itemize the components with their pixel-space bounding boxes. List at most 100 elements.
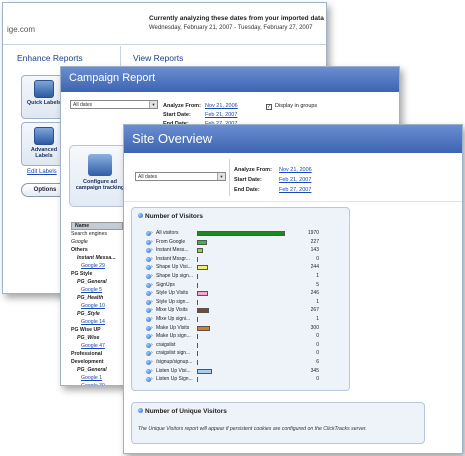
tree-header-name[interactable]: Name bbox=[71, 222, 123, 230]
chevron-right-icon[interactable]: › bbox=[151, 359, 153, 365]
visitor-row[interactable]: › Make Up Visits 300 bbox=[146, 324, 319, 333]
visitor-row[interactable]: › Listen Up Visi... 345 bbox=[146, 367, 319, 376]
chevron-right-icon[interactable]: › bbox=[151, 368, 153, 374]
chevron-right-icon[interactable]: › bbox=[151, 325, 153, 331]
tree-item: Professional bbox=[71, 351, 103, 357]
visitor-bar bbox=[197, 316, 199, 322]
dashboard-header: ige.com Currently analyzing these dates … bbox=[3, 3, 326, 45]
visitor-value: 1 bbox=[316, 298, 319, 305]
visitor-value: 0 bbox=[316, 376, 319, 383]
chevron-right-icon[interactable]: › bbox=[151, 350, 153, 356]
visitors-panel-title: Number of Visitors bbox=[138, 213, 203, 220]
analyzing-heading: Currently analyzing these dates from you… bbox=[149, 15, 324, 22]
visitor-row[interactable]: › Style Up sign... 1 bbox=[146, 298, 319, 307]
start-date-link[interactable]: Feb 21, 2007 bbox=[279, 177, 311, 183]
visitor-row-label: /signup/signup... bbox=[156, 358, 193, 365]
visitor-row-label: From Google bbox=[156, 238, 186, 245]
visitor-value: 0 bbox=[316, 255, 319, 262]
chevron-down-icon[interactable]: ▼ bbox=[149, 101, 157, 108]
analyze-from-link[interactable]: Nov 21, 2006 bbox=[279, 167, 312, 173]
campaign-date-select[interactable]: All dates ▼ bbox=[70, 100, 158, 109]
visitor-value: 0 bbox=[316, 350, 319, 357]
visitors-bar-chart: › All visitors 1970 › From Google 227 › Instant… bbox=[146, 229, 319, 384]
visitor-row[interactable]: › Shape Up Visi... 244 bbox=[146, 263, 319, 272]
visitor-row[interactable]: › SignUps 5 bbox=[146, 281, 319, 290]
chevron-down-icon[interactable]: ▼ bbox=[217, 173, 225, 180]
visitor-row[interactable]: › Listen Up Sign... 0 bbox=[146, 375, 319, 384]
start-date-label: Start Date: bbox=[163, 112, 191, 118]
chevron-right-icon[interactable]: › bbox=[151, 333, 153, 339]
visitor-row-label: All visitors bbox=[156, 230, 179, 236]
start-date-link[interactable]: Feb 21, 2007 bbox=[205, 112, 237, 118]
visitor-value: 1 bbox=[316, 272, 319, 279]
tree-item: PG_General bbox=[77, 367, 107, 373]
visitor-row-label: Mixe Up Visits bbox=[156, 307, 188, 314]
tree-link[interactable]: Google 47 bbox=[71, 342, 123, 350]
tree-link[interactable]: Google 10 bbox=[71, 302, 123, 310]
visitor-row-label: Listen Up Visi... bbox=[156, 367, 191, 374]
visitor-row[interactable]: › Make Up sign... 0 bbox=[146, 332, 319, 341]
screenshot-stage: ige.com Currently analyzing these dates … bbox=[0, 0, 465, 456]
visitor-row[interactable]: ›/signup/signup... 6 bbox=[146, 358, 319, 367]
tree-link[interactable]: Google 30 bbox=[71, 382, 123, 385]
visitor-bar bbox=[197, 248, 204, 254]
visitor-value: 0 bbox=[316, 341, 319, 348]
chevron-right-icon[interactable]: › bbox=[151, 307, 153, 313]
chevron-right-icon[interactable]: › bbox=[151, 376, 153, 382]
visitor-row-label: craigslist bbox=[156, 341, 176, 348]
visitor-row-label: Instant Mssgr... bbox=[156, 255, 190, 262]
configure-campaign-button[interactable]: Configure ad campaign tracking bbox=[69, 145, 131, 207]
edit-labels-link[interactable]: Edit Labels bbox=[27, 169, 57, 175]
visitor-value: 1970 bbox=[307, 230, 319, 236]
visitor-bar bbox=[197, 308, 209, 314]
view-reports-heading: View Reports bbox=[133, 53, 184, 63]
enhance-reports-heading: Enhance Reports bbox=[17, 53, 83, 63]
visitor-value: 6 bbox=[316, 358, 319, 365]
site-date-select[interactable]: All dates ▼ bbox=[135, 172, 226, 181]
chevron-right-icon[interactable]: › bbox=[151, 247, 153, 253]
visitor-row[interactable]: › Mixe Up Visits 267 bbox=[146, 306, 319, 315]
chevron-right-icon[interactable]: › bbox=[151, 256, 153, 262]
visitor-row[interactable]: › Instant Mess... 143 bbox=[146, 246, 319, 255]
tree-link[interactable]: Google 5 bbox=[71, 286, 123, 294]
visitor-row[interactable]: › craigslist sign... 0 bbox=[146, 349, 319, 358]
chevron-right-icon[interactable]: › bbox=[151, 282, 153, 288]
visitor-bar bbox=[197, 291, 208, 297]
visitor-row[interactable]: › From Google 227 bbox=[146, 238, 319, 247]
chevron-right-icon[interactable]: › bbox=[151, 342, 153, 348]
visitor-row[interactable]: › Style Up Visits 246 bbox=[146, 289, 319, 298]
tree-item: Others bbox=[71, 247, 88, 253]
tree-item: PG_Style bbox=[77, 311, 100, 317]
chevron-right-icon[interactable]: › bbox=[151, 316, 153, 322]
visitor-value: 267 bbox=[310, 307, 319, 314]
chevron-right-icon[interactable]: › bbox=[151, 230, 153, 236]
labels-icon bbox=[34, 80, 54, 98]
display-in-groups-checkbox[interactable]: ✓ Display in groups bbox=[266, 103, 317, 110]
end-date-link[interactable]: Feb 27, 2007 bbox=[279, 187, 311, 193]
tree-link[interactable]: Google 29 bbox=[71, 262, 123, 270]
tree-link[interactable]: Google 14 bbox=[71, 318, 123, 326]
visitor-row[interactable]: › Instant Mssgr... 0 bbox=[146, 255, 319, 264]
visitor-row[interactable]: › craigslist 0 bbox=[146, 341, 319, 350]
tree-item: PG_General bbox=[77, 279, 107, 285]
end-date-label: End Date: bbox=[234, 187, 260, 193]
visitor-row-label: Make Up sign... bbox=[156, 333, 191, 340]
analyze-from-link[interactable]: Nov 21, 2006 bbox=[205, 103, 238, 109]
chevron-right-icon[interactable]: › bbox=[151, 239, 153, 245]
tree-item: PG Style bbox=[71, 271, 93, 277]
chevron-right-icon[interactable]: › bbox=[151, 273, 153, 279]
chevron-right-icon[interactable]: › bbox=[151, 299, 153, 305]
tree-link[interactable]: Google 1 bbox=[71, 374, 123, 382]
visitor-row[interactable]: › All visitors 1970 bbox=[146, 229, 319, 238]
visitor-value: 5 bbox=[316, 281, 319, 288]
visitors-panel: Number of Visitors › All visitors 1970 › Fro… bbox=[131, 207, 350, 391]
site-date-select-value: All dates bbox=[138, 174, 158, 180]
visitor-row[interactable]: › Shape Up sign... 1 bbox=[146, 272, 319, 281]
visitor-row-label: Instant Mess... bbox=[156, 247, 189, 254]
chevron-right-icon[interactable]: › bbox=[151, 290, 153, 296]
campaign-config-icon bbox=[88, 154, 112, 176]
chevron-right-icon[interactable]: › bbox=[151, 264, 153, 270]
visitor-bar bbox=[197, 377, 198, 383]
globe-icon bbox=[138, 408, 143, 413]
visitor-row[interactable]: › Mixe Up signi... 1 bbox=[146, 315, 319, 324]
